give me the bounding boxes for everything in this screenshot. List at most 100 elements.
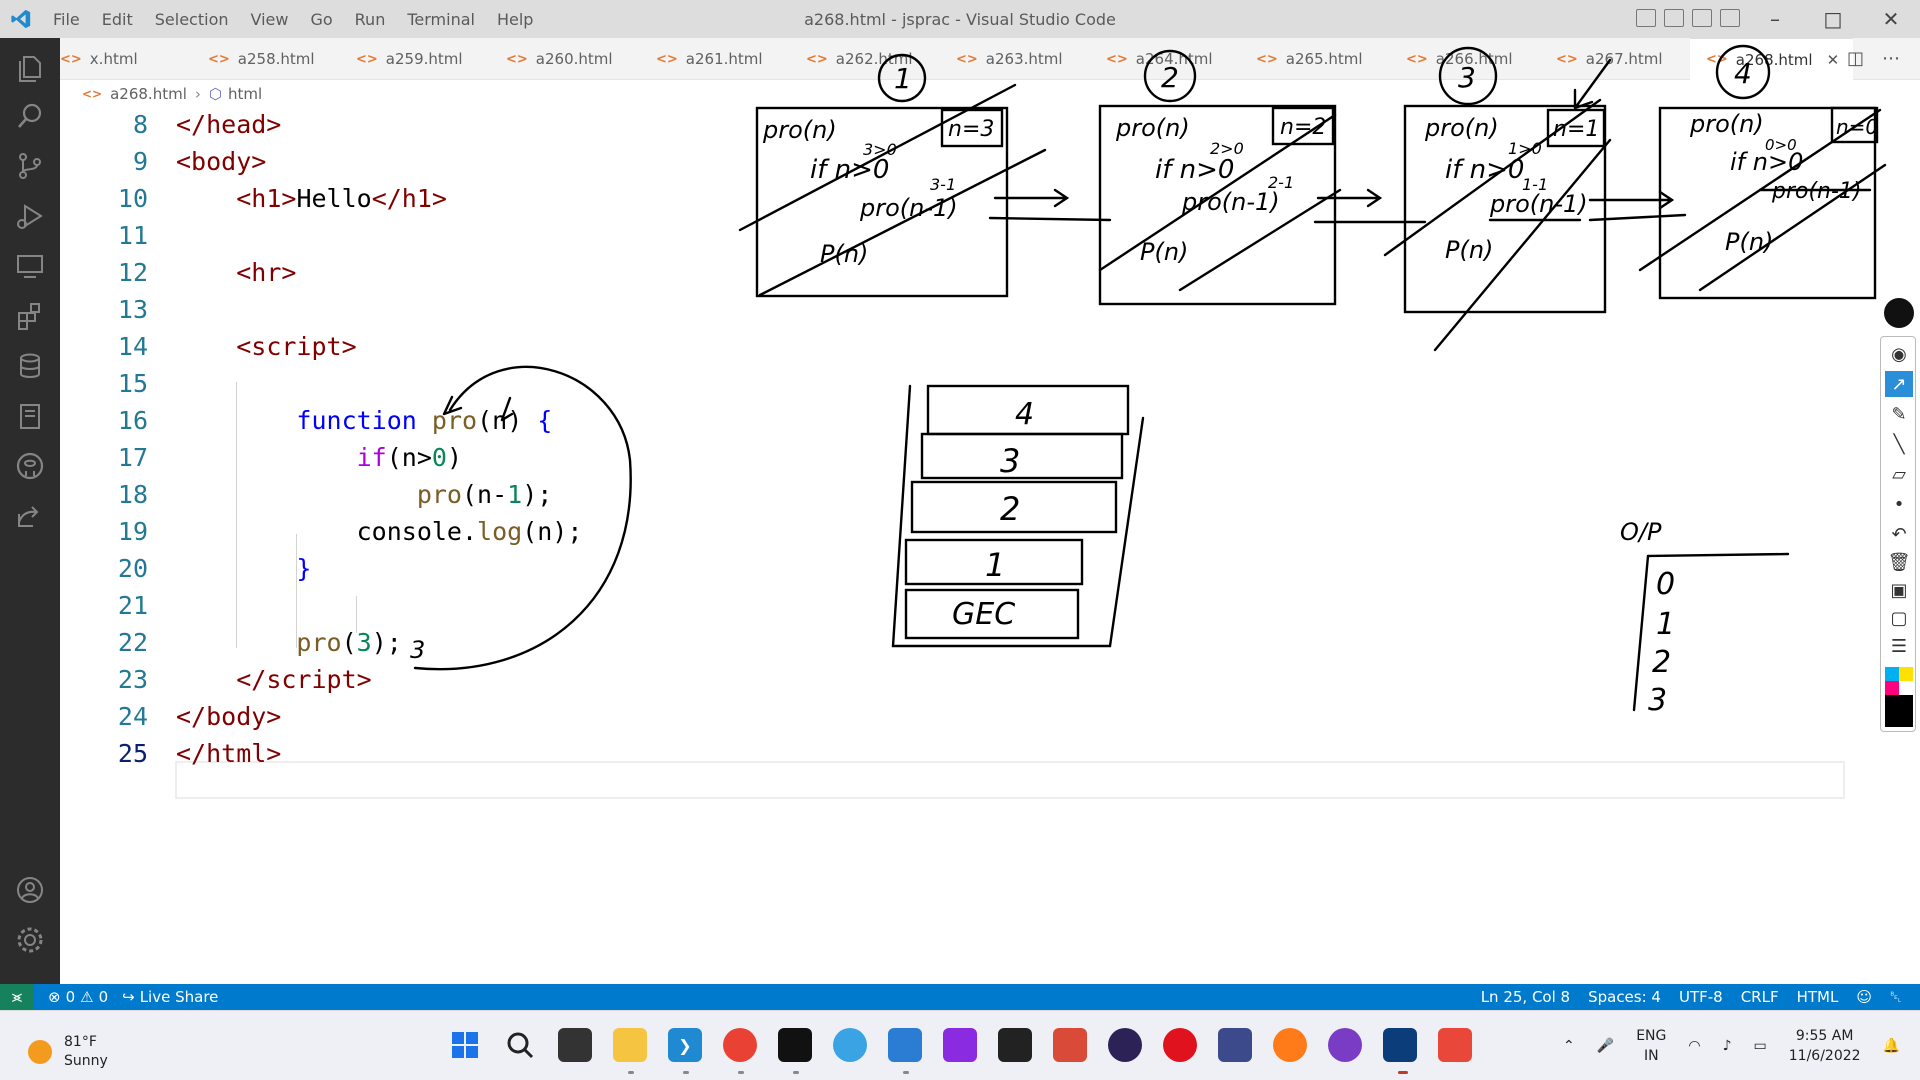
start-button-icon[interactable]	[448, 1028, 482, 1062]
language-indicator[interactable]: ENG IN	[1636, 1026, 1666, 1066]
menu-help[interactable]: Help	[486, 10, 544, 29]
task-view-icon[interactable]	[558, 1028, 592, 1062]
tab-a268-html[interactable]: <> a268.html ✕	[1690, 38, 1854, 80]
mysql-icon[interactable]	[998, 1028, 1032, 1062]
menu-view[interactable]: View	[240, 10, 300, 29]
undo-icon[interactable]: ↶	[1885, 521, 1913, 547]
chevron-up-icon[interactable]: ⌃	[1563, 1038, 1575, 1054]
camera-icon[interactable]: ▢	[1885, 605, 1913, 631]
line-icon[interactable]: ╲	[1885, 431, 1913, 457]
notification-center-icon[interactable]: 🔔	[1883, 1038, 1900, 1054]
toggle-secondary-sidebar-icon[interactable]	[1692, 9, 1712, 27]
color-yellow[interactable]	[1899, 667, 1913, 681]
menu-go[interactable]: Go	[299, 10, 343, 29]
tab-a262-html[interactable]: <> a262.html	[806, 38, 913, 80]
accounts-icon[interactable]	[14, 874, 46, 906]
more-actions-icon[interactable]: ⋯	[1882, 48, 1900, 69]
tab-a263-html[interactable]: <> a263.html	[956, 38, 1063, 80]
color-magenta[interactable]	[1885, 681, 1899, 695]
file-explorer-icon[interactable]	[613, 1028, 647, 1062]
notebook-icon[interactable]	[14, 400, 46, 432]
search-taskbar-icon[interactable]	[503, 1028, 537, 1062]
eraser-app-icon[interactable]	[1053, 1028, 1087, 1062]
recorder-icon[interactable]	[1438, 1028, 1472, 1062]
dot-icon[interactable]: •	[1885, 491, 1913, 517]
tab-a266-html[interactable]: <> a266.html	[1406, 38, 1513, 80]
pen-icon[interactable]: ✎	[1885, 401, 1913, 427]
remote-explorer-icon[interactable]	[14, 250, 46, 282]
language-mode[interactable]: HTML	[1797, 988, 1839, 1006]
breadcrumb-file[interactable]: a268.html	[110, 85, 187, 103]
tab-a267-html[interactable]: <> a267.html	[1556, 38, 1663, 80]
menu-run[interactable]: Run	[344, 10, 397, 29]
notifications-icon[interactable]: ␇	[1890, 988, 1902, 1006]
webex-icon[interactable]	[1383, 1028, 1417, 1062]
tab-a259-html[interactable]: <> a259.html	[356, 38, 463, 80]
toggle-sidebar-icon[interactable]	[1636, 9, 1656, 27]
split-editor-icon[interactable]: ◫	[1847, 48, 1864, 69]
end-of-line[interactable]: CRLF	[1741, 988, 1779, 1006]
problems-indicator[interactable]: ⊗ 0 ⚠ 0	[48, 988, 108, 1006]
weather-widget[interactable]: 81°F Sunny	[28, 1033, 108, 1071]
search-icon[interactable]	[14, 100, 46, 132]
maximize-icon[interactable]: □	[1804, 0, 1862, 38]
cursor-icon[interactable]: ↗	[1885, 371, 1913, 397]
eye-icon[interactable]: ◉	[1885, 341, 1913, 367]
breadcrumb-node[interactable]: html	[228, 85, 262, 103]
trash-icon[interactable]: 🗑	[1885, 549, 1913, 575]
color-white[interactable]	[1899, 681, 1913, 695]
firefox-icon[interactable]	[1273, 1028, 1307, 1062]
volume-icon[interactable]: ♪	[1723, 1038, 1732, 1054]
tab-a265-html[interactable]: <> a265.html	[1256, 38, 1363, 80]
pen-app-icon[interactable]	[1884, 298, 1914, 328]
battery-icon[interactable]: ▭	[1754, 1038, 1767, 1054]
paint-icon[interactable]	[833, 1028, 867, 1062]
close-window-icon[interactable]: ✕	[1862, 0, 1920, 38]
terminal-icon[interactable]	[778, 1028, 812, 1062]
menu-selection[interactable]: Selection	[144, 10, 240, 29]
menu-terminal[interactable]: Terminal	[396, 10, 486, 29]
kali-icon[interactable]	[1218, 1028, 1252, 1062]
remote-icon[interactable]: ⪤	[0, 984, 34, 1010]
indentation[interactable]: Spaces: 4	[1588, 988, 1661, 1006]
menu-file[interactable]: File	[42, 10, 91, 29]
live-share-button[interactable]: ↪ Live Share	[122, 988, 218, 1006]
color-cyan[interactable]	[1885, 667, 1899, 681]
tab-a258-html[interactable]: <> a258.html	[208, 38, 315, 80]
explorer-icon[interactable]	[14, 52, 46, 84]
toggle-panel-icon[interactable]	[1664, 9, 1684, 27]
code-editor[interactable]: 8 </head> 9 <body> 10 <h1>Hello</h1> 11 12…	[60, 108, 1920, 984]
live-share-icon[interactable]	[14, 500, 46, 532]
clock[interactable]: 9:55 AM 11/6/2022	[1789, 1026, 1861, 1066]
tab-a264-html[interactable]: <> a264.html	[1106, 38, 1213, 80]
eraser-icon[interactable]: ▱	[1885, 461, 1913, 487]
chrome-icon[interactable]	[723, 1028, 757, 1062]
tab-a261-html[interactable]: <> a261.html	[656, 38, 763, 80]
vscode-taskbar-icon[interactable]: ❯	[668, 1028, 702, 1062]
minimize-icon[interactable]: –	[1746, 0, 1804, 38]
microphone-icon[interactable]: 🎤	[1597, 1038, 1614, 1054]
tab-a260-html[interactable]: <> a260.html	[506, 38, 613, 80]
wifi-icon[interactable]: ◠	[1688, 1038, 1700, 1054]
eclipse-icon[interactable]	[1108, 1028, 1142, 1062]
cursor-position[interactable]: Ln 25, Col 8	[1481, 988, 1570, 1006]
extensions-icon[interactable]	[14, 300, 46, 332]
tab-x-html[interactable]: <> x.html	[60, 38, 138, 80]
source-control-icon[interactable]	[14, 150, 46, 182]
pen-taskbar-icon[interactable]	[943, 1028, 977, 1062]
run-debug-icon[interactable]	[14, 200, 46, 232]
customize-layout-icon[interactable]	[1720, 9, 1740, 27]
settings-gear-icon[interactable]	[14, 924, 46, 956]
infinity-app-icon[interactable]	[1328, 1028, 1362, 1062]
menu-edit[interactable]: Edit	[91, 10, 144, 29]
notepad-icon[interactable]	[888, 1028, 922, 1062]
encoding[interactable]: UTF-8	[1679, 988, 1723, 1006]
opera-icon[interactable]	[1163, 1028, 1197, 1062]
feedback-icon[interactable]: ☺	[1856, 988, 1872, 1006]
clipboard-icon[interactable]: ☰	[1885, 633, 1913, 659]
database-icon[interactable]	[14, 350, 46, 382]
close-tab-icon[interactable]: ✕	[1827, 51, 1840, 69]
board-icon[interactable]: ▣	[1885, 577, 1913, 603]
github-icon[interactable]	[14, 450, 46, 482]
color-black[interactable]	[1885, 695, 1913, 727]
